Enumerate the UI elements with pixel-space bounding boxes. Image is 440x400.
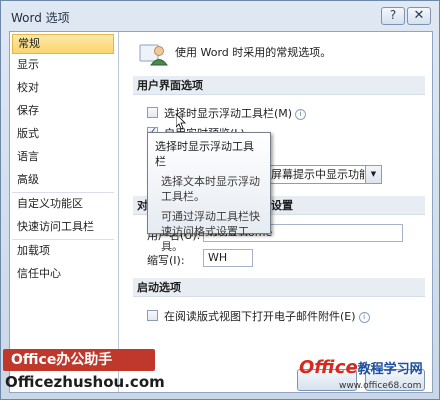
sidebar-item-trust-center[interactable]: 信任中心 bbox=[12, 264, 114, 284]
show-minitoolbar-checkbox[interactable] bbox=[147, 107, 158, 118]
sidebar-item-add-ins[interactable]: 加载项 bbox=[12, 241, 114, 261]
user-settings-icon bbox=[139, 44, 168, 66]
watermark-url: Officezhushou.com bbox=[5, 373, 165, 391]
options-sidebar: 常规 显示 校对 保存 版式 语言 高级 自定义功能区 快速访问工具栏 加载项 … bbox=[10, 32, 119, 392]
sidebar-item-advanced[interactable]: 高级 bbox=[12, 170, 114, 190]
word-options-dialog: Word 选项 ? ✕ 常规 显示 校对 保存 版式 语言 高级 自定义功能区 … bbox=[0, 0, 440, 400]
reading-layout-label: 在阅读版式视图下打开电子邮件附件(E) bbox=[164, 310, 356, 323]
screentip-body-extra: 可通过浮动工具栏快速访问格式设置工具。 bbox=[161, 210, 260, 253]
sidebar-item-customize-ribbon[interactable]: 自定义功能区 bbox=[12, 194, 114, 214]
watermark-logo-cn: 教程学习网 bbox=[357, 362, 423, 377]
initials-label: 缩写(I): bbox=[147, 254, 185, 267]
sidebar-divider bbox=[12, 192, 114, 193]
screentip-style-select[interactable]: 在屏幕提示中显示功能说明 ▼ bbox=[256, 165, 382, 198]
close-button[interactable]: ✕ bbox=[407, 7, 431, 25]
info-icon: i bbox=[358, 312, 370, 323]
section-startup: 启动选项 bbox=[133, 278, 425, 297]
help-icon: ? bbox=[389, 8, 397, 22]
screentip-style-value: 在屏幕提示中显示功能说明 bbox=[260, 168, 381, 198]
panel-header: 使用 Word 时采用的常规选项。 bbox=[175, 46, 332, 59]
help-button[interactable]: ? bbox=[381, 7, 405, 25]
sidebar-item-language[interactable]: 语言 bbox=[12, 147, 114, 167]
sidebar-item-proofing[interactable]: 校对 bbox=[12, 78, 114, 98]
sidebar-item-save[interactable]: 保存 bbox=[12, 101, 114, 121]
screentip-body: 选择文本时显示浮动工具栏。 bbox=[161, 175, 260, 203]
sidebar-item-display[interactable]: 显示 bbox=[12, 55, 114, 75]
watermark-site: www.office68.com bbox=[339, 381, 422, 391]
screentip-popup: 选择时显示浮动工具栏 选择文本时显示浮动工具栏。 可通过浮动工具栏快速访问格式设… bbox=[147, 132, 271, 253]
watermark-logo: Office教程学习网 bbox=[299, 357, 423, 378]
sidebar-item-general[interactable]: 常规 bbox=[12, 34, 114, 54]
chevron-down-icon: ▼ bbox=[365, 166, 381, 183]
sidebar-item-quick-access-toolbar[interactable]: 快速访问工具栏 bbox=[12, 217, 114, 237]
sidebar-item-layout[interactable]: 版式 bbox=[12, 124, 114, 144]
reading-layout-option[interactable]: 在阅读版式视图下打开电子邮件附件(E) i bbox=[164, 308, 370, 324]
window-title: Word 选项 bbox=[11, 11, 70, 25]
section-ui-options: 用户界面选项 bbox=[133, 76, 425, 95]
watermark-logo-office: Office bbox=[299, 357, 358, 378]
title-bar: Word 选项 ? ✕ bbox=[1, 1, 439, 31]
info-icon: i bbox=[295, 109, 307, 120]
watermark-badge: Office办公助手 bbox=[3, 349, 155, 371]
close-icon: ✕ bbox=[413, 8, 425, 23]
reading-layout-checkbox[interactable] bbox=[147, 310, 158, 321]
screentip-title: 选择时显示浮动工具栏 bbox=[155, 140, 254, 168]
sidebar-divider bbox=[12, 239, 114, 240]
mouse-cursor-icon bbox=[176, 114, 186, 130]
